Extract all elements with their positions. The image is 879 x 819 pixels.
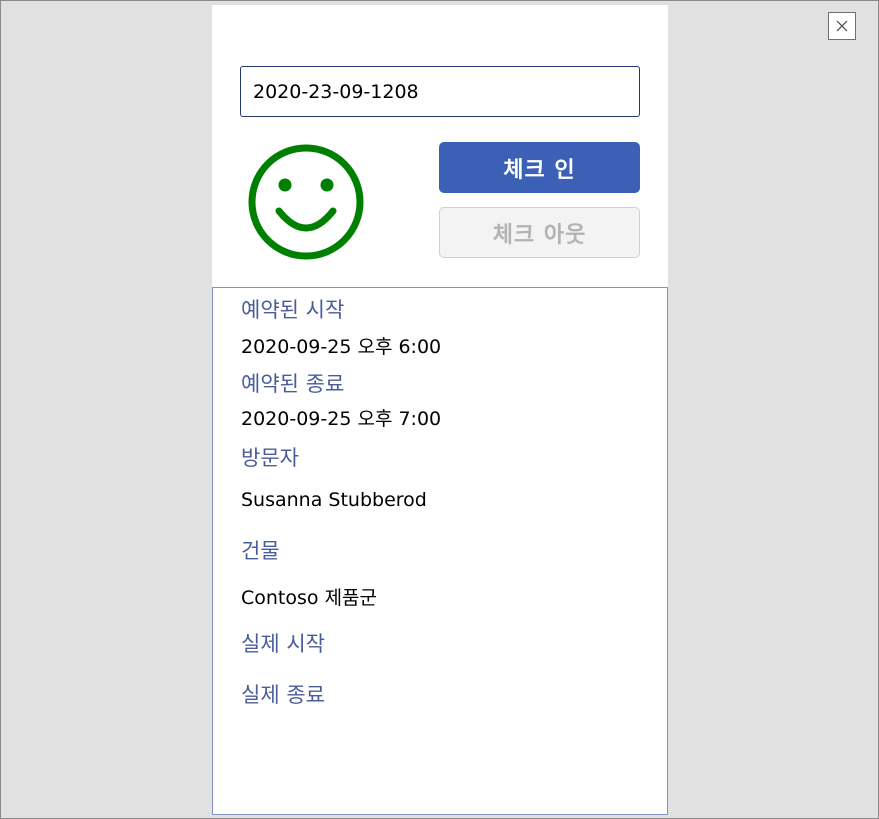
actual-start-label: 실제 시작 — [241, 632, 325, 656]
close-button[interactable] — [828, 12, 856, 40]
scheduled-start-value: 2020-09-25 오후 6:00 — [241, 336, 442, 358]
scheduled-end-value: 2020-09-25 오후 7:00 — [241, 408, 442, 430]
visitor-label: 방문자 — [241, 446, 299, 470]
building-value: Contoso 제품군 — [241, 587, 378, 609]
close-icon — [836, 20, 848, 32]
visit-details-panel — [212, 287, 668, 815]
check-in-button[interactable]: 체크 인 — [439, 142, 640, 193]
scheduled-start-label: 예약된 시작 — [241, 298, 345, 322]
smiley-icon — [247, 143, 365, 261]
visit-id-input[interactable] — [240, 66, 640, 117]
scheduled-end-label: 예약된 종료 — [241, 372, 345, 396]
actual-end-label: 실제 종료 — [241, 683, 325, 707]
visitor-value: Susanna Stubberod — [241, 489, 427, 511]
building-label: 건물 — [241, 539, 280, 563]
check-out-button[interactable]: 체크 아웃 — [439, 207, 640, 258]
